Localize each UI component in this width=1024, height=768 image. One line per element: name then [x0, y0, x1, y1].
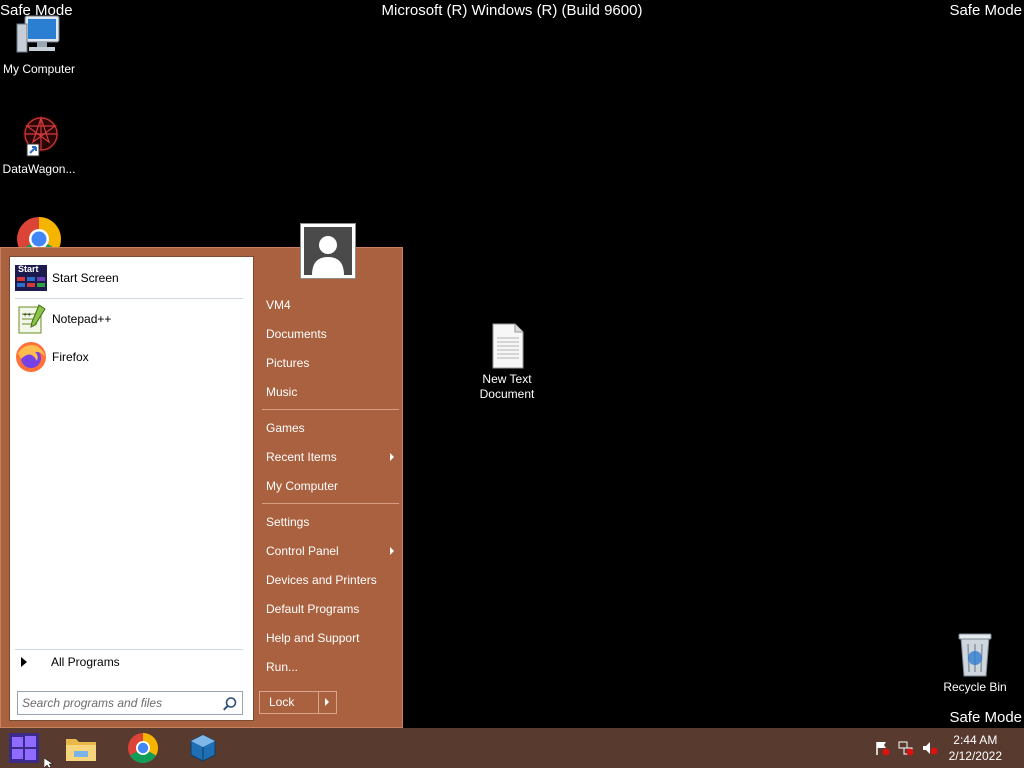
search-icon[interactable]: [222, 696, 238, 712]
computer-icon: [15, 12, 63, 60]
menu-item-label: Recent Items: [266, 450, 337, 464]
menu-item-label: Default Programs: [266, 602, 360, 616]
chrome-icon: [128, 733, 159, 764]
mouse-cursor-icon: [44, 758, 54, 768]
program-firefox[interactable]: Firefox: [15, 340, 89, 374]
places-separator: [262, 409, 399, 410]
lock-options-arrow-icon[interactable]: [325, 698, 329, 706]
menu-item-my-computer[interactable]: My Computer: [266, 474, 398, 498]
text-document-icon: [483, 322, 531, 370]
programs-separator: [15, 298, 243, 299]
virtualbox-button[interactable]: [177, 730, 229, 766]
desktop-icon-label: DataWagon...: [2, 162, 76, 176]
menu-item-label: Games: [266, 421, 305, 435]
network-icon[interactable]: [898, 740, 914, 756]
menu-item-documents[interactable]: Documents: [266, 322, 398, 346]
start-menu-places-pane: VM4 Documents Pictures Music Games Recen…: [259, 248, 404, 729]
folder-icon: [66, 739, 96, 761]
notepad-plus-plus-icon: ++: [15, 303, 47, 335]
lock-button-divider: [318, 692, 319, 713]
menu-item-label: Pictures: [266, 356, 310, 370]
menu-item-help-and-support[interactable]: Help and Support: [266, 626, 398, 650]
menu-item-vm4[interactable]: VM4: [266, 293, 398, 317]
lock-button[interactable]: Lock: [259, 691, 337, 714]
lock-button-label: Lock: [269, 695, 295, 709]
file-explorer-button[interactable]: [55, 730, 107, 766]
safe-mode-label-top-right: Safe Mode: [949, 2, 1022, 19]
svg-text:++: ++: [23, 312, 31, 319]
clock-date: 2/12/2022: [948, 749, 1002, 763]
menu-item-label: Devices and Printers: [266, 573, 377, 587]
start-menu: Start Start Screen ++ Notepad++ Firefox …: [0, 247, 403, 728]
program-label: Start Screen: [52, 271, 119, 285]
all-programs-label: All Programs: [51, 655, 120, 669]
action-center-flag-icon[interactable]: [874, 740, 890, 756]
program-label: Firefox: [52, 350, 89, 364]
windows-build-label: Microsoft (R) Windows (R) (Build 9600): [381, 2, 643, 19]
menu-item-devices-and-printers[interactable]: Devices and Printers: [266, 568, 398, 592]
expand-arrow-icon: [21, 657, 27, 667]
taskbar-clock[interactable]: 2:44 AM 2/12/2022: [949, 732, 1002, 764]
virtualbox-icon: [190, 734, 216, 762]
firefox-icon: [15, 341, 47, 373]
desktop-icon-recycle-bin[interactable]: Recycle Bin: [932, 630, 1018, 695]
menu-item-label: Documents: [266, 327, 327, 341]
user-account-picture[interactable]: [300, 223, 356, 279]
volume-muted-icon[interactable]: [922, 740, 938, 756]
menu-item-label: Music: [266, 385, 298, 399]
all-programs-button[interactable]: All Programs: [18, 655, 120, 669]
program-label: Notepad++: [52, 312, 112, 326]
submenu-arrow-icon: [390, 547, 394, 555]
menu-item-label: Help and Support: [266, 631, 360, 645]
search-input[interactable]: [22, 695, 217, 711]
datawagon-icon: [15, 112, 63, 160]
desktop-icon-my-computer[interactable]: My Computer: [0, 12, 82, 77]
desktop-icon-datawagon[interactable]: DataWagon...: [0, 112, 82, 177]
submenu-arrow-icon: [390, 453, 394, 461]
start-screen-icon: Start: [15, 262, 47, 294]
menu-item-pictures[interactable]: Pictures: [266, 351, 398, 375]
menu-item-control-panel[interactable]: Control Panel: [266, 539, 398, 563]
start-menu-programs-pane: Start Start Screen ++ Notepad++ Firefox …: [9, 256, 254, 721]
taskbar: 2:44 AM 2/12/2022: [0, 728, 1024, 768]
search-box[interactable]: [17, 691, 243, 715]
start-button[interactable]: [0, 730, 48, 766]
clock-time: 2:44 AM: [953, 733, 998, 747]
menu-item-recent-items[interactable]: Recent Items: [266, 445, 398, 469]
menu-item-label: Run...: [266, 660, 299, 674]
program-start-screen[interactable]: Start Start Screen: [15, 261, 119, 295]
all-programs-separator: [15, 649, 243, 650]
start-screen-badge: Start: [18, 264, 39, 274]
program-notepad-plus-plus[interactable]: ++ Notepad++: [15, 302, 111, 336]
chrome-icon: [17, 217, 61, 247]
recycle-bin-icon: [951, 630, 999, 678]
desktop-icon-label: My Computer: [2, 62, 76, 76]
desktop-icon-new-text-document[interactable]: New Text Document: [464, 322, 550, 402]
menu-item-label: Control Panel: [266, 544, 339, 558]
menu-item-games[interactable]: Games: [266, 416, 398, 440]
menu-item-music[interactable]: Music: [266, 380, 398, 404]
desktop-icon-label: New Text Document: [479, 372, 535, 401]
menu-item-settings[interactable]: Settings: [266, 510, 398, 534]
user-avatar-icon: [304, 227, 352, 275]
menu-item-default-programs[interactable]: Default Programs: [266, 597, 398, 621]
menu-item-run[interactable]: Run...: [266, 655, 398, 679]
chrome-button[interactable]: [117, 730, 169, 766]
safe-mode-label-bottom-right: Safe Mode: [949, 709, 1022, 726]
desktop-icon-chrome-partial[interactable]: [16, 216, 62, 247]
menu-item-label: VM4: [266, 298, 291, 312]
menu-item-label: Settings: [266, 515, 310, 529]
menu-item-label: My Computer: [266, 479, 339, 493]
desktop-icon-label: Recycle Bin: [943, 680, 1007, 694]
places-separator: [262, 503, 399, 504]
windows-logo-icon: [9, 733, 39, 763]
